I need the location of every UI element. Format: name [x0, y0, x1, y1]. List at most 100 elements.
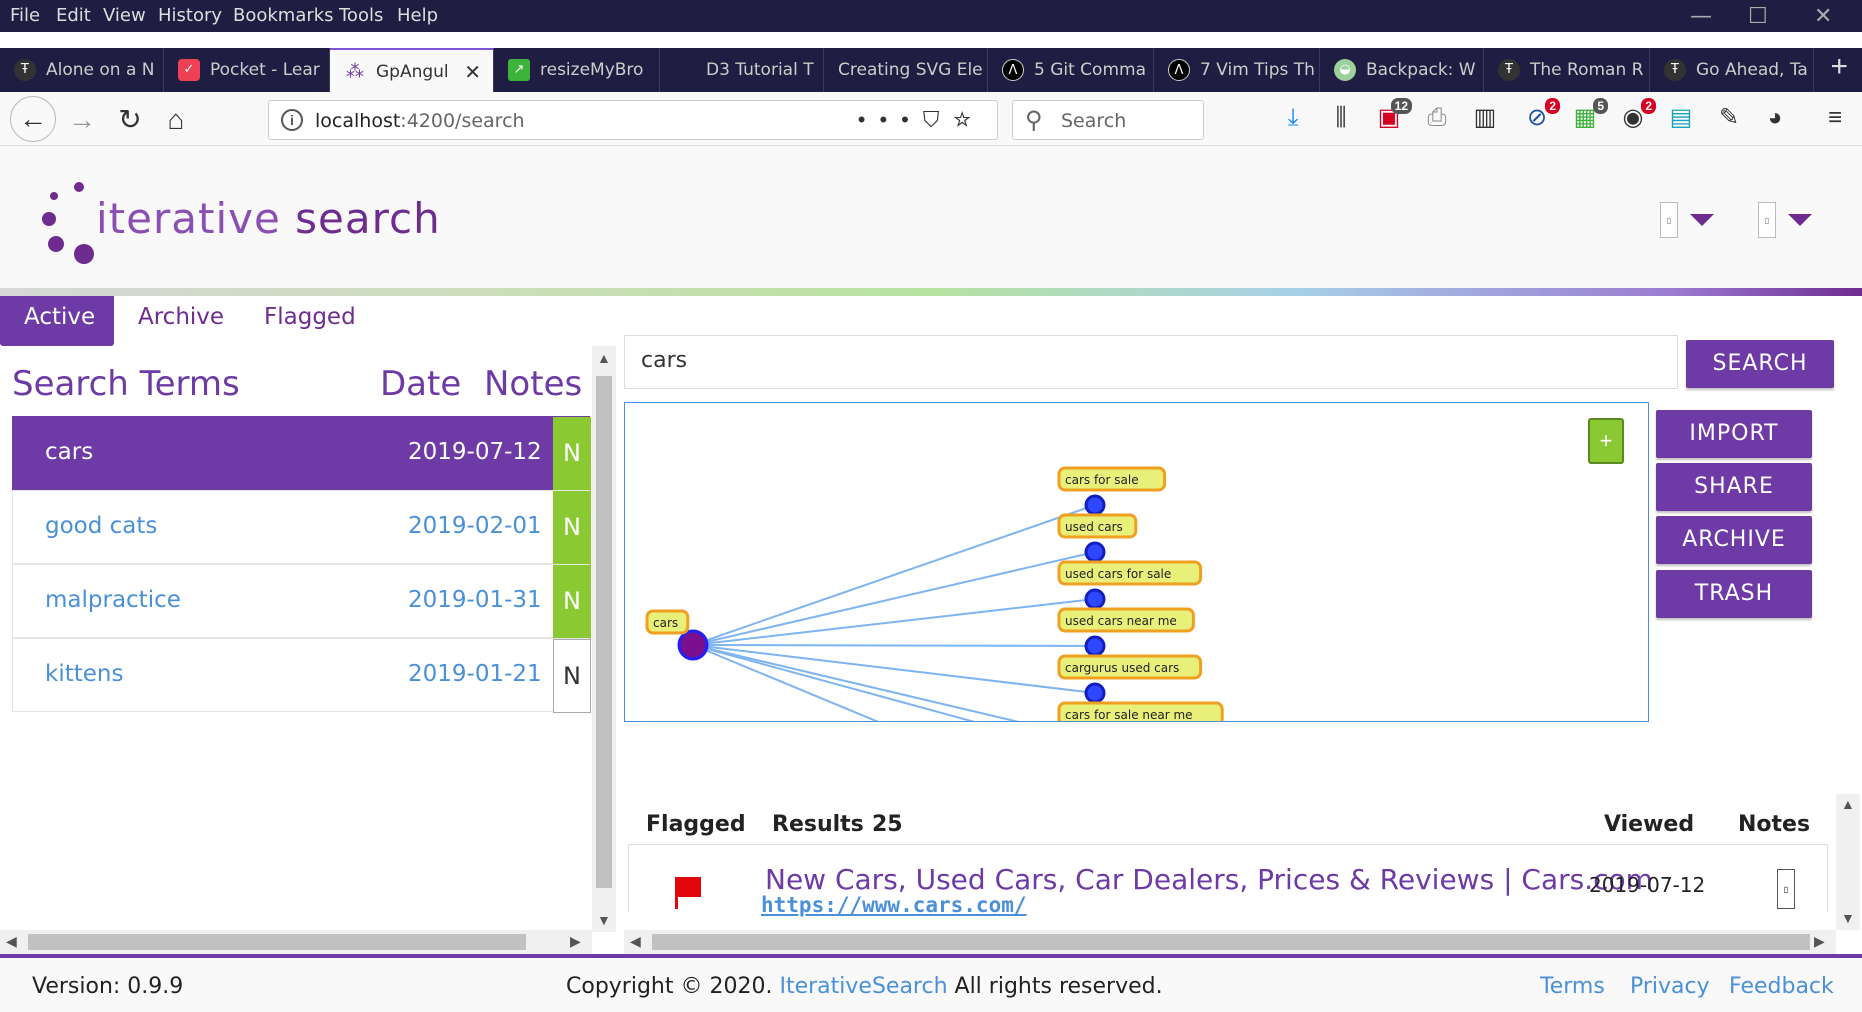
reload-icon[interactable]: ↻	[110, 100, 150, 140]
more-actions-icon[interactable]: •••	[858, 107, 923, 132]
scroll-left-icon[interactable]: ◀	[6, 933, 17, 950]
archive-button[interactable]: ARCHIVE	[1656, 516, 1812, 564]
new-tab-icon[interactable]: +	[1830, 52, 1848, 82]
query-graph[interactable]: cars for sale used cars used cars for sale…	[624, 402, 1649, 722]
library-icon[interactable]: ⫼	[1326, 102, 1356, 134]
graph-root-node[interactable]	[677, 629, 709, 661]
share-button[interactable]: SHARE	[1656, 463, 1812, 511]
brand-link[interactable]: IterativeSearch	[779, 974, 947, 999]
terms-horizontal-scrollbar[interactable]: ◀ ▶	[0, 930, 592, 954]
scroll-right-icon[interactable]: ▶	[1814, 933, 1825, 950]
graph-node-label[interactable]: cars for sale	[1057, 466, 1167, 492]
result-title-link[interactable]: New Cars, Used Cars, Car Dealers, Prices…	[765, 863, 1653, 896]
result-note-icon[interactable]: ▯	[1777, 869, 1795, 909]
query-input[interactable]: cars	[624, 335, 1678, 389]
extension-c-icon[interactable]: ◉ 2	[1618, 98, 1656, 134]
print-icon[interactable]: ⎙	[1422, 102, 1452, 134]
scroll-right-icon[interactable]: ▶	[570, 933, 581, 950]
home-icon[interactable]: ⌂	[156, 100, 196, 140]
browser-tab[interactable]: Ŧ Go Ahead, Ta	[1650, 48, 1814, 92]
graph-node-label[interactable]: used cars for sale	[1057, 560, 1203, 586]
graph-node-label[interactable]: cargurus used cars	[1057, 654, 1203, 680]
extension-d-icon[interactable]: ✎	[1714, 102, 1744, 134]
graph-node[interactable]	[1084, 588, 1106, 610]
maximize-icon[interactable]: ☐	[1748, 4, 1768, 29]
bookmark-star-icon[interactable]: ☆	[953, 107, 985, 132]
menu-file[interactable]: File	[10, 5, 40, 26]
scroll-thumb[interactable]	[28, 934, 526, 950]
trash-button[interactable]: TRASH	[1656, 570, 1812, 618]
menu-bookmarks[interactable]: Bookmarks	[233, 5, 334, 26]
scroll-up-icon[interactable]: ▲	[1841, 796, 1855, 812]
note-button[interactable]: N	[553, 565, 591, 639]
back-arrow-icon[interactable]: ←	[10, 96, 56, 142]
browser-tab[interactable]: D3 Tutorial T	[660, 48, 824, 92]
date-column-header[interactable]: Date	[380, 364, 461, 404]
menu-help[interactable]: Help	[397, 5, 438, 26]
graph-node-label[interactable]: used cars near me	[1057, 607, 1195, 633]
download-icon[interactable]: ⤓	[1278, 102, 1308, 134]
search-button[interactable]: SEARCH	[1686, 340, 1834, 388]
result-row[interactable]: New Cars, Used Cars, Car Dealers, Prices…	[628, 844, 1828, 917]
pocket-save-icon[interactable]: ⛉	[923, 107, 954, 132]
scroll-left-icon[interactable]: ◀	[630, 933, 641, 950]
close-tab-icon[interactable]: ✕	[464, 50, 481, 92]
graph-root-label[interactable]: cars	[645, 609, 690, 635]
browser-tab[interactable]: Λ 5 Git Comma	[988, 48, 1154, 92]
scroll-down-icon[interactable]: ▼	[1841, 910, 1855, 926]
minimize-icon[interactable]: —	[1690, 4, 1712, 29]
browser-tab[interactable]: Ŧ Alone on a N	[0, 48, 164, 92]
account-icon[interactable]: ◕	[1760, 102, 1790, 134]
terms-vertical-scrollbar[interactable]: ▲ ▼	[592, 346, 616, 932]
graph-node-label[interactable]: used cars	[1057, 513, 1138, 539]
hamburger-menu-icon[interactable]: ≡	[1820, 102, 1850, 134]
graph-node[interactable]	[1084, 494, 1106, 516]
note-button[interactable]: N	[553, 639, 591, 713]
scroll-up-icon[interactable]: ▲	[597, 350, 611, 366]
term-row-selected[interactable]: cars 2019-07-12 N	[12, 416, 591, 491]
results-vertical-scrollbar[interactable]: ▲ ▼	[1836, 794, 1860, 930]
menu-edit[interactable]: Edit	[56, 5, 91, 26]
app-logo[interactable]: iterative search	[96, 194, 441, 243]
viewed-column-header[interactable]: Viewed	[1604, 812, 1694, 837]
pocket-list-icon[interactable]: ▣ 12	[1374, 98, 1412, 134]
notes-column-header[interactable]: Notes	[1738, 812, 1810, 837]
terms-column-header[interactable]: Search Terms	[12, 364, 240, 404]
note-button[interactable]: N	[553, 417, 591, 491]
term-row[interactable]: malpractice 2019-01-31 N	[12, 564, 591, 639]
browser-tab[interactable]: ◒ Backpack: W	[1320, 48, 1484, 92]
results-horizontal-scrollbar[interactable]: ◀ ▶	[624, 930, 1836, 954]
graph-node[interactable]	[1084, 541, 1106, 563]
menu-tools[interactable]: Tools	[339, 5, 383, 26]
extension-a-icon[interactable]: ⊘ 2	[1522, 98, 1560, 134]
browser-tab[interactable]: Λ 7 Vim Tips Th	[1154, 48, 1320, 92]
close-window-icon[interactable]: ✕	[1814, 4, 1832, 29]
browser-tab-active[interactable]: ⁂ GpAngul ✕	[330, 48, 494, 92]
note-button[interactable]: N	[553, 491, 591, 565]
feedback-link[interactable]: Feedback	[1729, 974, 1834, 999]
term-row[interactable]: good cats 2019-02-01 N	[12, 490, 591, 565]
scroll-thumb[interactable]	[652, 934, 1810, 950]
terms-link[interactable]: Terms	[1540, 974, 1605, 999]
browser-tab[interactable]: Creating SVG Ele	[824, 48, 988, 92]
browser-tab[interactable]: Ŧ The Roman R	[1484, 48, 1650, 92]
save-disk-icon[interactable]: ▤	[1666, 102, 1696, 134]
browser-search-box[interactable]: ⚲ Search	[1012, 100, 1204, 140]
graph-node-label[interactable]: cars for sale near me	[1057, 701, 1224, 722]
menu-view[interactable]: View	[103, 5, 146, 26]
tab-flagged[interactable]: Flagged	[240, 296, 380, 346]
add-node-button[interactable]: +	[1588, 418, 1624, 464]
flag-icon[interactable]	[673, 875, 703, 911]
tab-active[interactable]: Active	[0, 296, 114, 346]
browser-tab[interactable]: ✓ Pocket - Lear	[164, 48, 330, 92]
browser-tab[interactable]: ↗ resizeMyBro	[494, 48, 660, 92]
tab-archive[interactable]: Archive	[114, 296, 248, 346]
term-row[interactable]: kittens 2019-01-21 N	[12, 638, 591, 713]
result-url-link[interactable]: https://www.cars.com/	[761, 893, 1027, 917]
import-button[interactable]: IMPORT	[1656, 410, 1812, 458]
info-icon[interactable]: i	[281, 109, 303, 131]
graph-node[interactable]	[1084, 635, 1106, 657]
forward-arrow-icon[interactable]: →	[62, 100, 102, 140]
menu-history[interactable]: History	[158, 5, 222, 26]
scroll-down-icon[interactable]: ▼	[597, 912, 611, 928]
